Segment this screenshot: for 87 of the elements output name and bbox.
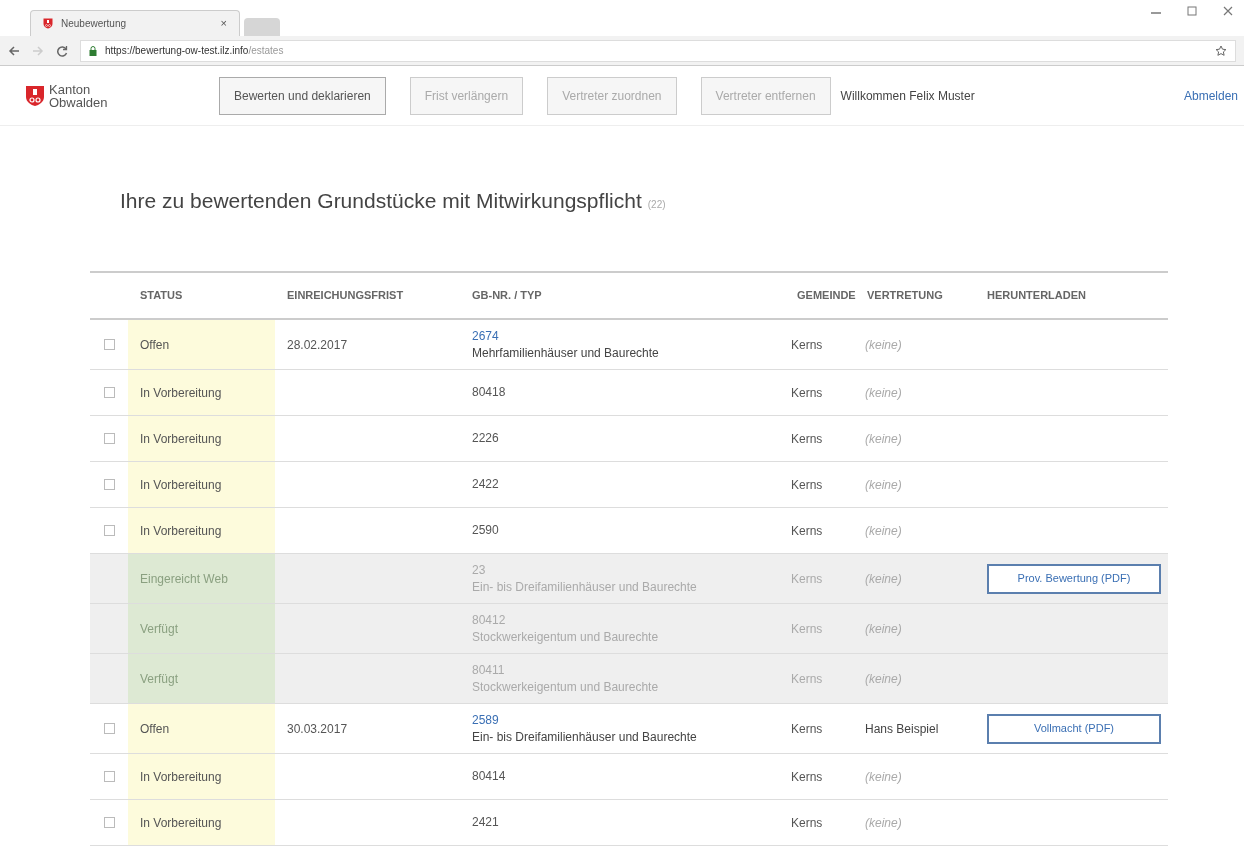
municipality-text: Kerns	[791, 720, 823, 738]
row-checkbox[interactable]	[103, 817, 115, 828]
property-number: 80412	[472, 611, 506, 629]
representative-text: (keine)	[865, 522, 902, 540]
municipality-text: Kerns	[791, 522, 823, 540]
row-checkbox[interactable]	[103, 771, 115, 782]
logout-link[interactable]: Abmelden	[1183, 86, 1238, 105]
row-checkbox[interactable]	[103, 525, 115, 536]
property-type: Ein- bis Dreifamilienhäuser und Baurechte	[472, 728, 697, 746]
representative-text: (keine)	[865, 768, 902, 786]
close-icon[interactable]	[1222, 6, 1234, 16]
deadline-text: 28.02.2017	[287, 336, 348, 354]
municipality-text: Kerns	[791, 476, 823, 494]
column-header: STATUS	[139, 288, 184, 304]
forward-icon[interactable]	[32, 44, 44, 57]
column-header: GEMEINDE	[796, 288, 855, 304]
property-number: 2422	[472, 476, 499, 493]
municipality-text: Kerns	[791, 570, 823, 588]
representative-text: (keine)	[865, 670, 902, 688]
status-cell: In Vorbereitung	[128, 462, 275, 507]
lock-icon	[89, 45, 97, 56]
page-title: Ihre zu bewertenden Grundstücke mit Mitwirkungspflicht	[120, 188, 642, 215]
coat-of-arms-icon	[43, 18, 53, 29]
representative-text: (keine)	[865, 814, 902, 832]
property-number: 80411	[472, 661, 505, 679]
representative-text: Hans Beispiel	[865, 720, 939, 738]
property-type: Stockwerkeigentum und Baurechte	[472, 678, 659, 696]
municipality-text: Kerns	[791, 768, 823, 786]
representative-text: (keine)	[865, 336, 902, 354]
status-cell: In Vorbereitung	[128, 370, 275, 415]
url-text: https://bewertung-ow-test.ilz.info/estates	[105, 44, 285, 58]
property-number: 80414	[472, 768, 506, 785]
coat-of-arms-icon	[25, 84, 45, 107]
status-cell: Eingereicht Web	[128, 554, 275, 603]
property-number: 23	[472, 561, 486, 579]
status-cell: Verfügt	[128, 654, 275, 703]
status-cell: In Vorbereitung	[128, 416, 275, 461]
property-number: 2590	[472, 522, 499, 539]
browser-tab[interactable]: Neubewertung ×	[30, 10, 240, 36]
representative-text: (keine)	[865, 384, 902, 402]
pdf-download-button[interactable]: Prov. Bewertung (PDF)	[987, 563, 1161, 594]
representative-text: (keine)	[865, 476, 902, 494]
column-header: VERTRETUNG	[866, 288, 944, 304]
representative-text: (keine)	[865, 620, 902, 638]
row-checkbox[interactable]	[103, 433, 115, 444]
status-cell: In Vorbereitung	[128, 508, 275, 553]
toolbar-button[interactable]: Bewerten und deklarieren	[219, 76, 386, 115]
status-cell: Verfügt	[128, 604, 275, 653]
representative-text: (keine)	[865, 430, 902, 448]
row-checkbox[interactable]	[103, 479, 115, 490]
row-checkbox[interactable]	[103, 339, 115, 350]
municipality-text: Kerns	[791, 384, 823, 402]
status-cell: In Vorbereitung	[128, 800, 275, 845]
back-icon[interactable]	[8, 44, 20, 57]
property-type: Stockwerkeigentum und Baurechte	[472, 628, 659, 646]
column-header: EINREICHUNGSFRIST	[286, 288, 405, 304]
reload-icon[interactable]	[56, 44, 68, 57]
municipality-text: Kerns	[791, 670, 823, 688]
star-icon[interactable]	[1215, 44, 1227, 57]
property-type: Mehrfamilienhäuser und Baurechte	[472, 344, 659, 362]
status-cell: In Vorbereitung	[128, 754, 275, 799]
municipality-text: Kerns	[791, 620, 823, 638]
municipality-text: Kerns	[791, 430, 823, 448]
maximize-icon[interactable]	[1186, 6, 1198, 16]
count-text: (22)	[647, 197, 666, 212]
property-number-link[interactable]: 2674	[472, 327, 499, 345]
logo-text: Kanton Obwalden	[49, 82, 109, 109]
address-bar[interactable]: https://bewertung-ow-test.ilz.info/estates	[80, 39, 1236, 62]
status-cell: Offen	[128, 704, 275, 753]
property-type: Ein- bis Dreifamilienhäuser und Baurechte	[472, 578, 697, 596]
property-number-link[interactable]: 2589	[472, 711, 499, 729]
property-number: 2226	[472, 430, 499, 447]
column-header: GB-NR. / TYP	[471, 288, 543, 304]
municipality-text: Kerns	[791, 336, 823, 354]
pdf-download-button[interactable]: Vollmacht (PDF)	[987, 713, 1161, 744]
row-checkbox[interactable]	[103, 723, 115, 734]
close-icon[interactable]: ×	[220, 15, 227, 32]
municipality-text: Kerns	[791, 814, 823, 832]
property-number: 2421	[472, 814, 499, 831]
property-number: 80418	[472, 384, 506, 401]
browser-tab[interactable]	[244, 18, 280, 36]
row-checkbox[interactable]	[103, 387, 115, 398]
welcome-text: Willkommen Felix Muster	[840, 87, 975, 105]
deadline-text: 30.03.2017	[287, 720, 348, 738]
status-cell: Offen	[128, 320, 275, 369]
representative-text: (keine)	[865, 570, 902, 588]
column-header: HERUNTERLADEN	[986, 288, 1087, 304]
